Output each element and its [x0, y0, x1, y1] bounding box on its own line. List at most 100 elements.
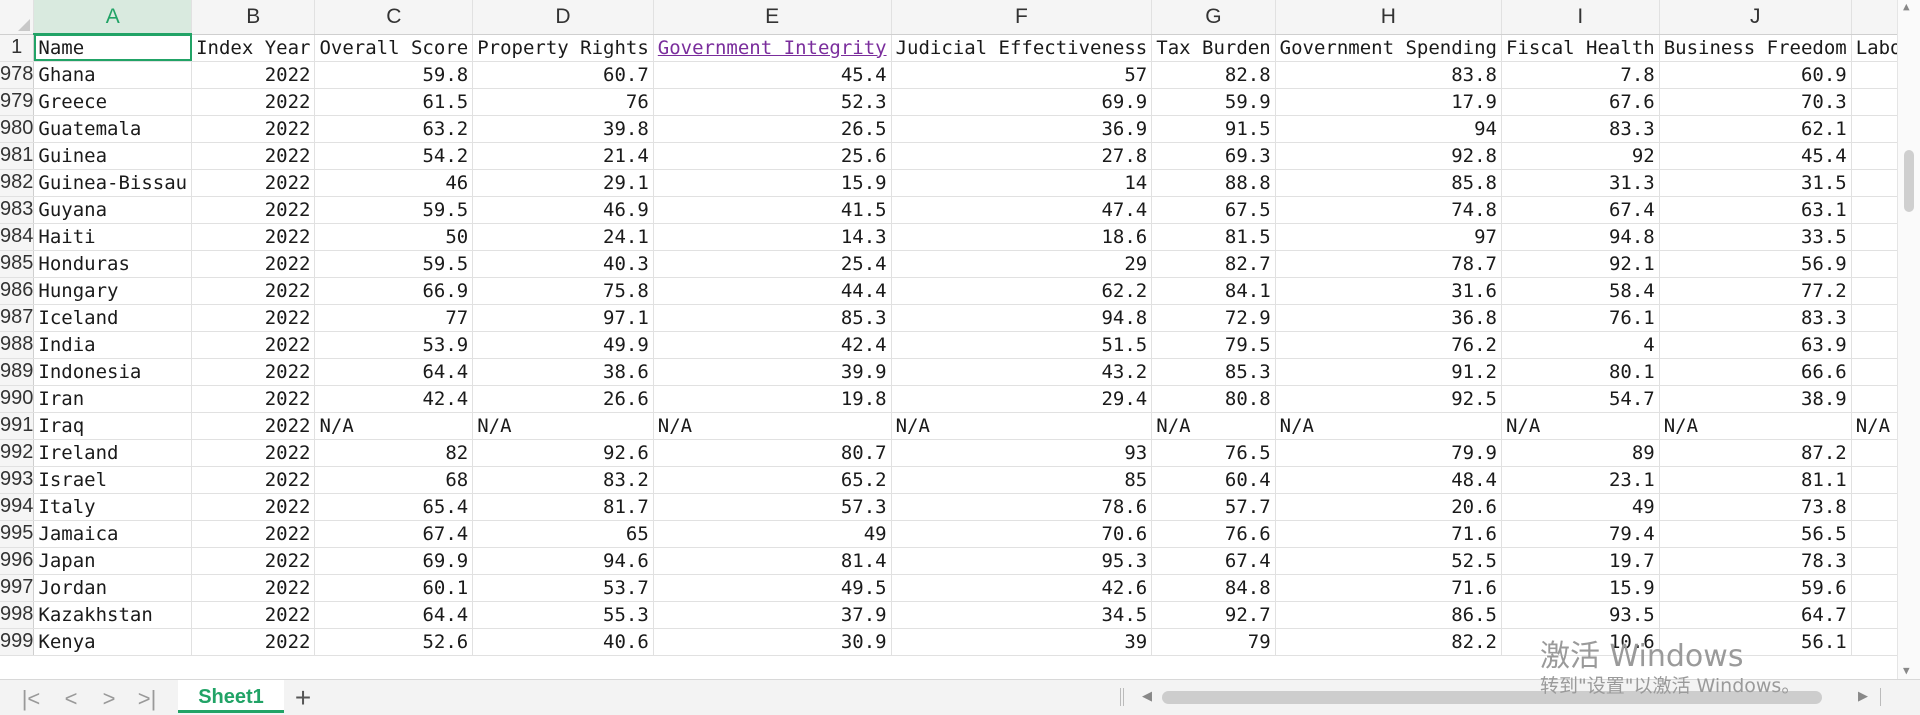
table-cell[interactable]: 27.8: [891, 142, 1153, 170]
table-cell[interactable]: 42.6: [891, 574, 1153, 602]
table-cell[interactable]: 83.3: [1659, 304, 1852, 332]
table-cell[interactable]: 2022: [191, 223, 316, 251]
table-cell[interactable]: 31.6: [1275, 277, 1502, 305]
table-cell[interactable]: 36.9: [891, 115, 1153, 143]
table-cell[interactable]: 67.4: [1151, 547, 1276, 575]
table-cell[interactable]: Kenya: [33, 628, 193, 656]
table-cell[interactable]: [1851, 574, 1898, 602]
table-cell[interactable]: Israel: [33, 466, 193, 494]
table-cell[interactable]: 92.1: [1501, 250, 1660, 278]
scroll-right-arrow-icon[interactable]: ▶: [1858, 688, 1868, 704]
table-cell[interactable]: 92: [1501, 142, 1660, 170]
table-cell[interactable]: 87.2: [1659, 439, 1852, 467]
table-cell[interactable]: 77.2: [1659, 277, 1852, 305]
column-header-f[interactable]: F: [891, 0, 1153, 35]
table-cell[interactable]: 2022: [191, 250, 316, 278]
table-cell[interactable]: 85.3: [1151, 358, 1276, 386]
table-cell[interactable]: 95.3: [891, 547, 1153, 575]
table-cell[interactable]: 69.9: [314, 547, 474, 575]
table-cell[interactable]: 58.4: [1501, 277, 1660, 305]
table-cell[interactable]: 94.8: [1501, 223, 1660, 251]
table-cell[interactable]: 59.5: [314, 196, 474, 224]
column-header-h[interactable]: H: [1275, 0, 1502, 35]
scrollbar-splitter[interactable]: [1120, 688, 1124, 706]
table-cell[interactable]: 94.6: [472, 547, 654, 575]
table-cell[interactable]: 33.5: [1659, 223, 1852, 251]
table-cell[interactable]: 67.4: [314, 520, 474, 548]
table-cell[interactable]: 84.1: [1151, 277, 1276, 305]
row-number[interactable]: 986: [0, 277, 35, 305]
column-title-cell[interactable]: Judicial Effectiveness: [891, 34, 1153, 62]
table-cell[interactable]: 79.4: [1501, 520, 1660, 548]
table-cell[interactable]: 2022: [191, 439, 316, 467]
table-cell[interactable]: [1851, 385, 1898, 413]
table-cell[interactable]: 93.5: [1501, 601, 1660, 629]
table-cell[interactable]: 56.9: [1659, 250, 1852, 278]
table-cell[interactable]: 86.5: [1275, 601, 1502, 629]
table-cell[interactable]: 54.2: [314, 142, 474, 170]
row-number[interactable]: 981: [0, 142, 35, 170]
table-cell[interactable]: 57.7: [1151, 493, 1276, 521]
table-cell[interactable]: 4: [1501, 331, 1660, 359]
row-number[interactable]: 996: [0, 547, 35, 575]
table-cell[interactable]: 18.6: [891, 223, 1153, 251]
table-cell[interactable]: 21.4: [472, 142, 654, 170]
table-cell[interactable]: 94: [1275, 115, 1502, 143]
table-cell[interactable]: 51.5: [891, 331, 1153, 359]
vertical-scroll-thumb[interactable]: [1904, 150, 1914, 212]
table-cell[interactable]: 64.7: [1659, 601, 1852, 629]
last-sheet-nav-icon[interactable]: >|: [134, 686, 160, 712]
column-title-cell[interactable]: Labor Freedom: [1851, 34, 1898, 62]
table-cell[interactable]: Ghana: [33, 61, 193, 89]
table-cell[interactable]: [1851, 61, 1898, 89]
table-cell[interactable]: 70.3: [1659, 88, 1852, 116]
table-cell[interactable]: Iran: [33, 385, 193, 413]
table-cell[interactable]: 65: [472, 520, 654, 548]
table-cell[interactable]: 55.3: [472, 601, 654, 629]
table-cell[interactable]: 20.6: [1275, 493, 1502, 521]
table-cell[interactable]: 80.8: [1151, 385, 1276, 413]
table-cell[interactable]: 25.6: [653, 142, 892, 170]
table-cell[interactable]: 39.8: [472, 115, 654, 143]
table-cell[interactable]: 79.5: [1151, 331, 1276, 359]
table-cell[interactable]: 61.5: [314, 88, 474, 116]
table-cell[interactable]: 67.5: [1151, 196, 1276, 224]
table-cell[interactable]: 78.7: [1275, 250, 1502, 278]
table-cell[interactable]: 65.2: [653, 466, 892, 494]
column-title-cell[interactable]: Government Spending: [1275, 34, 1502, 62]
table-cell[interactable]: [1851, 601, 1898, 629]
table-cell[interactable]: 75.8: [472, 277, 654, 305]
column-header-j[interactable]: J: [1659, 0, 1852, 35]
table-cell[interactable]: Guinea-Bissau: [33, 169, 193, 197]
table-cell[interactable]: 39: [891, 628, 1153, 656]
row-number[interactable]: 995: [0, 520, 35, 548]
table-cell[interactable]: [1851, 169, 1898, 197]
table-cell[interactable]: 85.3: [653, 304, 892, 332]
table-cell[interactable]: 2022: [191, 520, 316, 548]
row-number[interactable]: 989: [0, 358, 35, 386]
prev-sheet-nav-icon[interactable]: <: [58, 686, 84, 712]
column-header-a[interactable]: A: [33, 0, 193, 35]
table-cell[interactable]: Iceland: [33, 304, 193, 332]
table-cell[interactable]: [1851, 223, 1898, 251]
table-cell[interactable]: 2022: [191, 142, 316, 170]
table-cell[interactable]: 80.1: [1501, 358, 1660, 386]
table-cell[interactable]: 31.5: [1659, 169, 1852, 197]
table-cell[interactable]: Jordan: [33, 574, 193, 602]
table-cell[interactable]: 2022: [191, 277, 316, 305]
table-cell[interactable]: 49.5: [653, 574, 892, 602]
row-number[interactable]: 987: [0, 304, 35, 332]
table-cell[interactable]: Guatemala: [33, 115, 193, 143]
table-cell[interactable]: 54.7: [1501, 385, 1660, 413]
table-cell[interactable]: 80.7: [653, 439, 892, 467]
table-cell[interactable]: 64.4: [314, 358, 474, 386]
table-cell[interactable]: 52.6: [314, 628, 474, 656]
table-cell[interactable]: 17.9: [1275, 88, 1502, 116]
table-cell[interactable]: 69.9: [891, 88, 1153, 116]
column-title-cell[interactable]: Tax Burden: [1151, 34, 1276, 62]
table-cell[interactable]: 92.5: [1275, 385, 1502, 413]
table-cell[interactable]: 52.3: [653, 88, 892, 116]
table-cell[interactable]: 2022: [191, 385, 316, 413]
table-cell[interactable]: [1851, 142, 1898, 170]
table-cell[interactable]: 45.4: [653, 61, 892, 89]
